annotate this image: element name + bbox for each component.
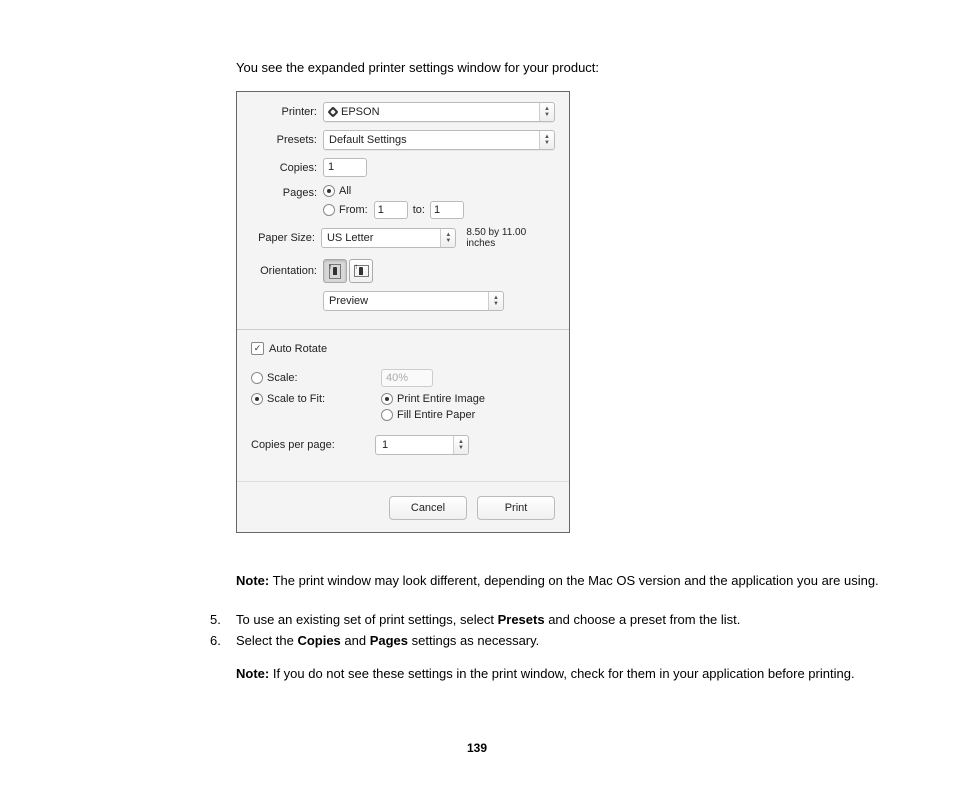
step-bold: Pages — [370, 633, 408, 648]
arrow-up-icon: ↑ — [354, 262, 358, 271]
checkbox-icon: ✓ — [251, 342, 264, 355]
note-1: Note: The print window may look differen… — [236, 573, 936, 588]
step-text: settings as necessary. — [408, 633, 539, 648]
papersize-label: Paper Size: — [251, 232, 315, 244]
paper-dimensions: 8.50 by 11.00 inches — [466, 227, 555, 249]
copies-per-page-label: Copies per page: — [251, 439, 375, 451]
radio-icon — [251, 393, 263, 405]
stepper-icon[interactable] — [453, 436, 468, 454]
printer-label: Printer: — [251, 106, 317, 118]
pages-all-radio[interactable]: All — [323, 185, 458, 197]
stepper-icon[interactable] — [440, 229, 455, 247]
scale-input: 40% — [381, 369, 433, 387]
copies-per-page-row: Copies per page: 1 — [251, 435, 555, 455]
fill-entire-radio[interactable]: Fill Entire Paper — [381, 409, 549, 421]
pages-from-label: From: — [339, 204, 368, 216]
radio-icon — [323, 185, 335, 197]
stepper-icon[interactable] — [488, 292, 503, 310]
orientation-row: Orientation: ↑ ↑ — [251, 259, 555, 283]
arrow-up-icon: ↑ — [328, 262, 332, 271]
print-entire-label: Print Entire Image — [397, 393, 485, 405]
presets-row: Presets: Default Settings — [251, 130, 555, 150]
stepper-icon[interactable] — [539, 103, 554, 121]
note-text: The print window may look different, dep… — [269, 573, 878, 588]
step-5: 5. To use an existing set of print setti… — [210, 612, 936, 627]
note-2: Note: If you do not see these settings i… — [236, 666, 936, 681]
step-number: 6. — [210, 633, 236, 648]
dialog-buttons: Cancel Print — [237, 481, 569, 532]
print-button[interactable]: Print — [477, 496, 555, 520]
copies-input[interactable]: 1 — [323, 158, 367, 177]
radio-icon — [323, 204, 335, 216]
papersize-value: US Letter — [327, 232, 373, 244]
presets-label: Presets: — [251, 134, 317, 146]
module-value: Preview — [329, 295, 368, 307]
step-text: To use an existing set of print settings… — [236, 612, 498, 627]
module-select[interactable]: Preview — [323, 291, 504, 311]
orientation-landscape-button[interactable]: ↑ — [349, 259, 373, 283]
copies-row: Copies: 1 — [251, 158, 555, 177]
step-number: 5. — [210, 612, 236, 627]
copies-per-page-value: 1 — [382, 439, 388, 451]
print-entire-radio[interactable]: Print Entire Image — [381, 393, 485, 405]
step-bold: Presets — [498, 612, 545, 627]
orientation-label: Orientation: — [251, 265, 317, 277]
note-label: Note: — [236, 666, 269, 681]
printer-row: Printer: EPSON — [251, 102, 555, 122]
radio-icon — [251, 372, 263, 384]
pages-to-input[interactable]: 1 — [430, 201, 464, 219]
note-text: If you do not see these settings in the … — [269, 666, 854, 681]
note-label: Note: — [236, 573, 269, 588]
printer-value: EPSON — [341, 106, 380, 118]
scale-to-fit-label: Scale to Fit: — [267, 393, 325, 405]
pages-all-label: All — [339, 185, 351, 197]
pages-label: Pages: — [251, 187, 317, 199]
radio-icon — [381, 393, 393, 405]
pages-from-radio[interactable]: From: — [323, 204, 368, 216]
scale-to-fit-radio[interactable]: Scale to Fit: — [251, 393, 325, 405]
radio-icon — [381, 409, 393, 421]
copies-label: Copies: — [251, 162, 317, 174]
step-bold: Copies — [297, 633, 340, 648]
papersize-row: Paper Size: US Letter 8.50 by 11.00 inch… — [251, 227, 555, 249]
autorotate-label: Auto Rotate — [269, 343, 327, 355]
presets-value: Default Settings — [329, 134, 407, 146]
step-text: Select the — [236, 633, 297, 648]
scale-radio[interactable]: Scale: — [251, 372, 298, 384]
page-number: 139 — [0, 741, 954, 755]
scale-label: Scale: — [267, 372, 298, 384]
pages-from-input[interactable]: 1 — [374, 201, 408, 219]
intro-text: You see the expanded printer settings wi… — [236, 60, 936, 75]
step-6: 6. Select the Copies and Pages settings … — [210, 633, 936, 648]
pages-to-label: to: — [413, 204, 425, 216]
step-text: and choose a preset from the list. — [545, 612, 741, 627]
autorotate-checkbox[interactable]: ✓ Auto Rotate — [251, 342, 555, 355]
stepper-icon[interactable] — [539, 131, 554, 149]
cancel-button[interactable]: Cancel — [389, 496, 467, 520]
presets-select[interactable]: Default Settings — [323, 130, 555, 150]
printer-select[interactable]: EPSON — [323, 102, 555, 122]
papersize-select[interactable]: US Letter — [321, 228, 456, 248]
pages-row: Pages: All From: 1 to: — [251, 185, 555, 219]
step-text: and — [341, 633, 370, 648]
print-dialog: Printer: EPSON Presets: Default Settings… — [236, 91, 570, 533]
orientation-portrait-button[interactable]: ↑ — [323, 259, 347, 283]
fill-entire-label: Fill Entire Paper — [397, 409, 475, 421]
copies-per-page-select[interactable]: 1 — [375, 435, 469, 455]
epson-icon — [327, 106, 338, 117]
